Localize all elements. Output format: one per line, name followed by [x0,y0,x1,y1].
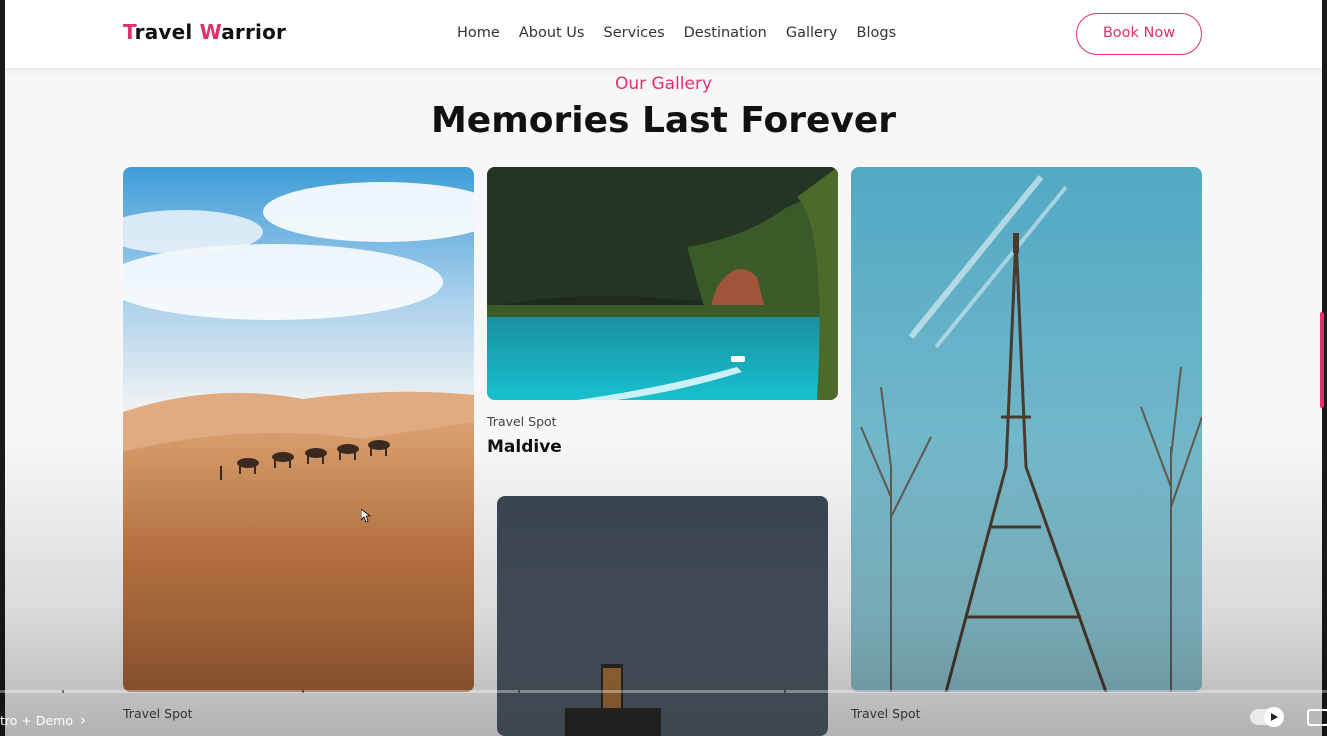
nav-about-us[interactable]: About Us [519,25,585,41]
chapter-marker [518,690,520,693]
mouse-cursor-icon [360,508,372,527]
card-label-desert: Travel Spot [123,706,193,721]
captions-icon[interactable] [1307,709,1327,726]
logo-word-ravel: ravel [134,20,193,44]
card-label-maldive: Travel Spot [487,414,557,429]
nav-gallery[interactable]: Gallery [786,25,838,41]
section-title: Memories Last Forever [430,100,897,141]
nav-destination[interactable]: Destination [684,25,767,41]
scroll-indicator [1320,312,1324,408]
chevron-right-icon: › [79,711,86,729]
chapter-label: tro + Demo [0,712,73,728]
chapter-marker [784,690,786,693]
logo-initial-w: W [199,20,222,44]
logo-word-arrior: arrior [221,20,287,44]
section-eyebrow: Our Gallery [614,74,713,94]
nav-services[interactable]: Services [603,25,664,41]
nav-home[interactable]: Home [457,25,500,41]
logo[interactable]: Travel Warrior [123,20,286,44]
eiffel-image[interactable] [851,167,1202,692]
maldive-image[interactable] [487,167,838,400]
video-progress-bar[interactable] [0,690,1327,693]
logo-initial-t: T [123,20,135,44]
autoplay-toggle[interactable] [1250,707,1284,727]
desert-image[interactable] [123,167,474,692]
play-icon [1264,707,1284,727]
page: Travel Warrior Home About Us Services De… [5,0,1322,736]
nav-links: Home About Us Services Destination Galle… [457,25,915,41]
book-now-button[interactable]: Book Now [1076,13,1202,55]
navbar: Travel Warrior Home About Us Services De… [5,0,1322,68]
nav-blogs[interactable]: Blogs [857,25,897,41]
chapter-marker [302,690,304,693]
card-label-eiffel: Travel Spot [851,706,921,721]
chapter-title[interactable]: tro + Demo › [0,711,86,729]
tower-image[interactable] [497,496,828,736]
chapter-marker [62,690,64,693]
card-name-maldive[interactable]: Maldive [487,437,562,457]
